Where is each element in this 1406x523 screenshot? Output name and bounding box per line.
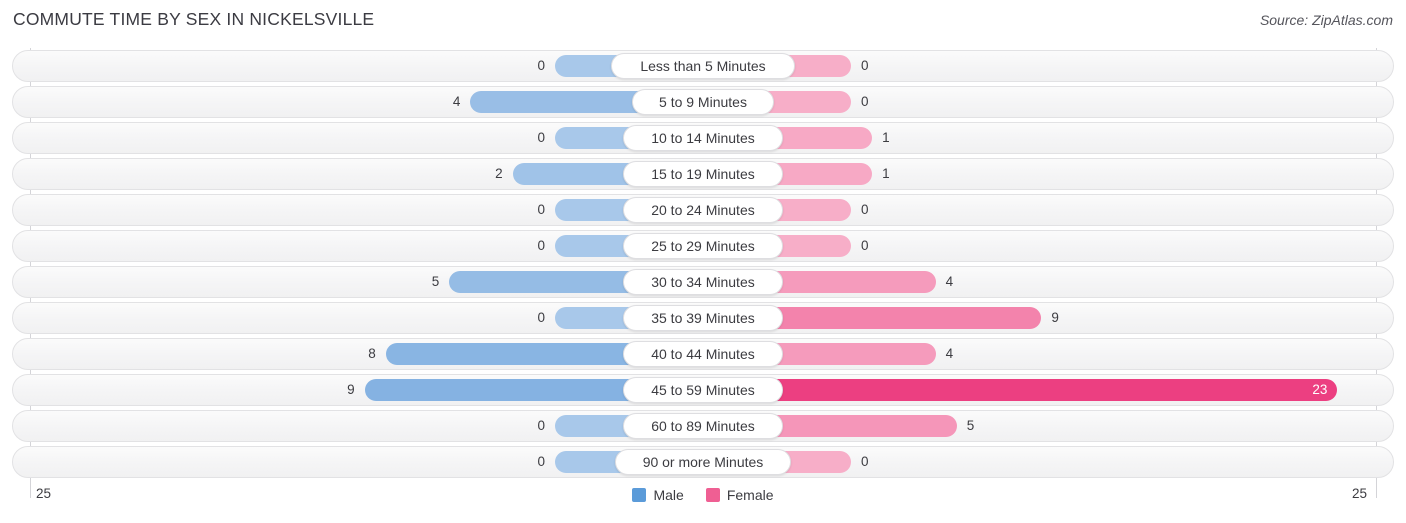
legend-item[interactable]: Female [705,486,774,504]
chart-row-track [12,158,1394,190]
legend-swatch-icon [632,488,647,502]
chart-row-track [12,338,1394,370]
chart-row-track [12,410,1394,442]
legend-item[interactable]: Male [632,486,684,504]
chart-plot-area: 0 0 Less than 5 Minutes 4 0 5 to 9 Minutes 0 1 1… [0,48,1406,498]
chart-row-track [12,194,1394,226]
chart-row-track [12,50,1394,82]
chart-row-track [12,446,1394,478]
page-title: COMMUTE TIME BY SEX IN NICKELSVILLE [13,9,375,29]
chart-header: COMMUTE TIME BY SEX IN NICKELSVILLE Sour… [0,0,1406,44]
chart-legend: Male Female [0,486,1406,504]
source-attribution: Source: ZipAtlas.com [1259,12,1393,28]
chart-row-track [12,302,1394,334]
chart-row-track [12,266,1394,298]
chart-row-track [12,230,1394,262]
chart-row-track [12,122,1394,154]
chart-footer: 25 25 Male Female [0,480,1406,523]
legend-label: Female [726,487,774,503]
legend-label: Male [653,487,684,503]
chart-row-track [12,86,1394,118]
chart-row-track [12,374,1394,406]
legend-swatch-icon [705,488,720,502]
